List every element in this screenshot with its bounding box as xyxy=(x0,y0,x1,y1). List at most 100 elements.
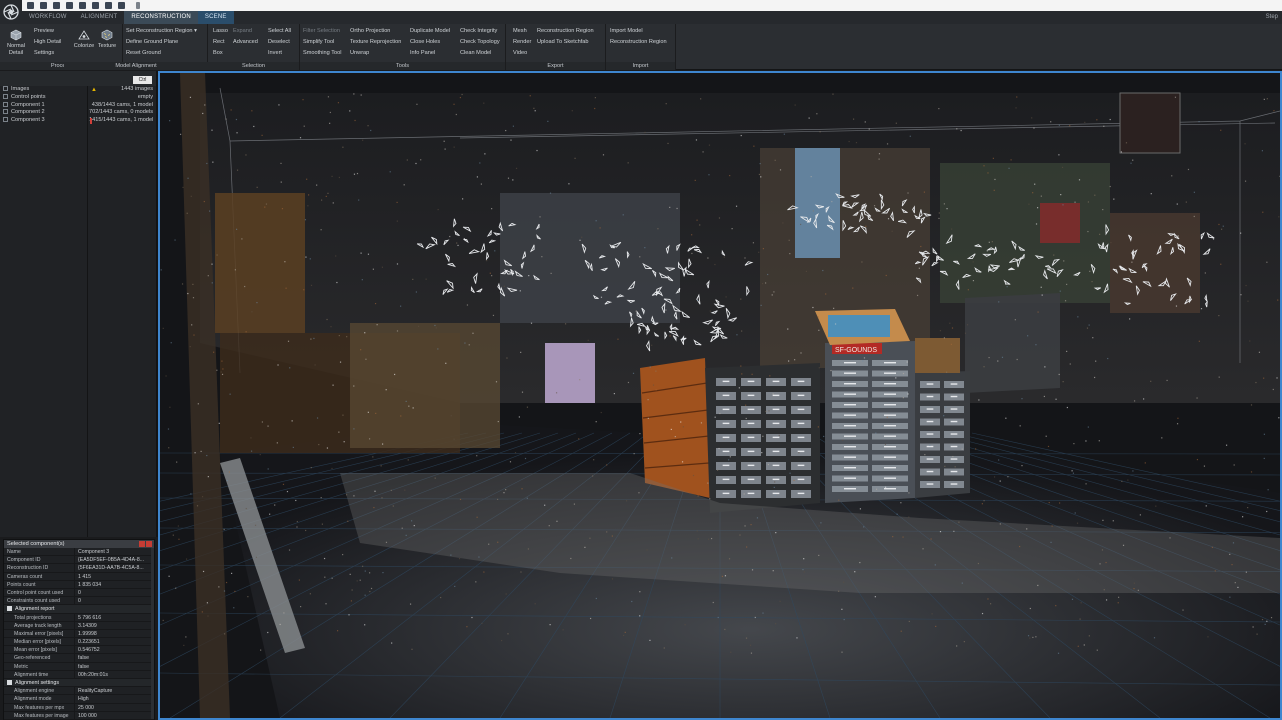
lasso-button[interactable]: Lasso xyxy=(213,28,228,34)
point xyxy=(707,257,709,259)
tree-item-control-points[interactable]: Control points xyxy=(0,93,87,102)
point xyxy=(1196,458,1199,461)
point xyxy=(1008,167,1010,169)
point xyxy=(819,131,821,133)
point xyxy=(299,137,302,139)
point xyxy=(627,162,629,164)
info-panel-button[interactable]: Info Panel xyxy=(410,50,435,56)
tab-reconstruction[interactable]: RECONSTRUCTION xyxy=(124,11,198,24)
layout-split-icon[interactable] xyxy=(79,2,86,9)
point xyxy=(307,205,309,207)
colorize-button[interactable]: Colorize xyxy=(73,29,95,50)
point xyxy=(692,474,695,477)
high-detail-button[interactable]: High Detail xyxy=(34,39,61,45)
duplicate-model-button[interactable]: Duplicate Model xyxy=(410,28,450,34)
layout-quad-icon[interactable] xyxy=(105,2,112,9)
pin-icon[interactable] xyxy=(139,541,145,547)
point xyxy=(923,191,926,193)
point xyxy=(1130,162,1132,164)
import-model-button[interactable]: Import Model xyxy=(610,28,643,34)
point xyxy=(972,279,975,282)
select-all-button[interactable]: Select All xyxy=(268,28,291,34)
close-icon[interactable] xyxy=(146,541,152,547)
preview-button[interactable]: Preview xyxy=(34,28,54,34)
upload-to-sketchfab-button[interactable]: Upload To Sketchfab xyxy=(537,39,589,45)
set-reconstruction-region-button[interactable]: Set Reconstruction Region ▾ xyxy=(126,28,197,34)
window-icon[interactable] xyxy=(53,2,60,9)
point xyxy=(251,311,253,313)
expand-plus-icon[interactable] xyxy=(3,93,8,99)
drawer-label xyxy=(844,404,856,406)
normal-detail-button[interactable]: Normal Detail xyxy=(3,29,29,56)
define-ground-plane-button[interactable]: Define Ground Plane xyxy=(126,39,178,45)
deselect-button[interactable]: Deselect xyxy=(268,39,290,45)
point xyxy=(981,612,984,615)
point xyxy=(1036,207,1039,209)
expand-plus-icon[interactable] xyxy=(3,101,8,107)
smoothing-tool-button[interactable]: Smoothing Tool xyxy=(303,50,341,56)
ortho-projection-button[interactable]: Ortho Projection xyxy=(350,28,390,34)
layout-grid-icon[interactable] xyxy=(92,2,99,9)
panel-icon[interactable] xyxy=(118,2,125,9)
mesh-export-button[interactable]: Mesh xyxy=(513,28,527,34)
point xyxy=(434,324,436,327)
expand-plus-icon[interactable] xyxy=(3,109,8,115)
box-button[interactable]: Box xyxy=(213,50,223,56)
reset-ground-button[interactable]: Reset Ground xyxy=(126,50,161,56)
tab-scene[interactable]: SCENE xyxy=(197,11,234,24)
expand-plus-icon[interactable] xyxy=(3,86,8,91)
texture-button[interactable]: Texture xyxy=(96,29,118,50)
collapse-icon[interactable] xyxy=(7,680,12,685)
video-button[interactable]: Video xyxy=(513,50,527,56)
alignment-report-section[interactable]: Alignment report xyxy=(4,605,154,614)
rect-button[interactable]: Rect xyxy=(213,39,225,45)
tree-item-images[interactable]: Images xyxy=(0,86,87,94)
import-reconstruction-region-button[interactable]: Reconstruction Region xyxy=(610,39,667,45)
point xyxy=(529,95,531,97)
unwrap-button[interactable]: Unwrap xyxy=(350,50,369,56)
quick-access-dropdown-icon[interactable] xyxy=(136,2,140,9)
point xyxy=(1120,151,1122,153)
open-icon[interactable] xyxy=(40,2,47,9)
point xyxy=(284,261,286,263)
expand-plus-icon[interactable] xyxy=(3,117,8,123)
simplify-tool-button[interactable]: Simplify Tool xyxy=(303,39,334,45)
texture-reprojection-button[interactable]: Texture Reprojection xyxy=(350,39,401,45)
close-holes-button[interactable]: Close Holes xyxy=(410,39,440,45)
3d-viewport[interactable]: SF-GOUNDS xyxy=(158,71,1282,720)
alignment-settings-section[interactable]: Alignment settings xyxy=(4,679,154,688)
point xyxy=(868,128,870,130)
point xyxy=(1143,398,1145,400)
point xyxy=(337,102,340,104)
point xyxy=(644,131,646,133)
tree-item-component-1[interactable]: Component 1 xyxy=(0,101,87,110)
advanced-button[interactable]: Advanced xyxy=(233,39,258,45)
tab-workflow[interactable]: WORKFLOW xyxy=(22,11,74,24)
tree-item-component-3[interactable]: Component 3 xyxy=(0,117,87,125)
app-logo[interactable] xyxy=(0,0,22,24)
properties-scrollbar[interactable] xyxy=(151,548,154,719)
tab-alignment[interactable]: ALIGNMENT xyxy=(74,11,125,24)
expand-tree-button[interactable]: Ctrl xyxy=(133,76,152,84)
tree-item-component-2[interactable]: Component 2 xyxy=(0,109,87,117)
collapse-icon[interactable] xyxy=(7,606,12,612)
point xyxy=(278,104,280,106)
point xyxy=(908,516,910,518)
point xyxy=(938,212,940,214)
expand-button[interactable]: Expand xyxy=(233,28,252,34)
export-reconstruction-region-button[interactable]: Reconstruction Region xyxy=(537,28,594,34)
invert-button[interactable]: Invert xyxy=(268,50,282,56)
render-button[interactable]: Render xyxy=(513,39,531,45)
filter-selection-button[interactable]: Filter Selection xyxy=(303,28,340,34)
check-integrity-button[interactable]: Check Integrity xyxy=(460,28,497,34)
clean-model-button[interactable]: Clean Model xyxy=(460,50,491,56)
layout-icon[interactable] xyxy=(66,2,73,9)
check-topology-button[interactable]: Check Topology xyxy=(460,39,500,45)
save-icon[interactable] xyxy=(27,2,34,9)
point xyxy=(767,273,769,276)
point xyxy=(1103,125,1105,127)
cube-icon xyxy=(10,29,22,41)
point xyxy=(999,480,1001,482)
point xyxy=(220,371,222,373)
settings-button[interactable]: Settings xyxy=(34,50,54,56)
